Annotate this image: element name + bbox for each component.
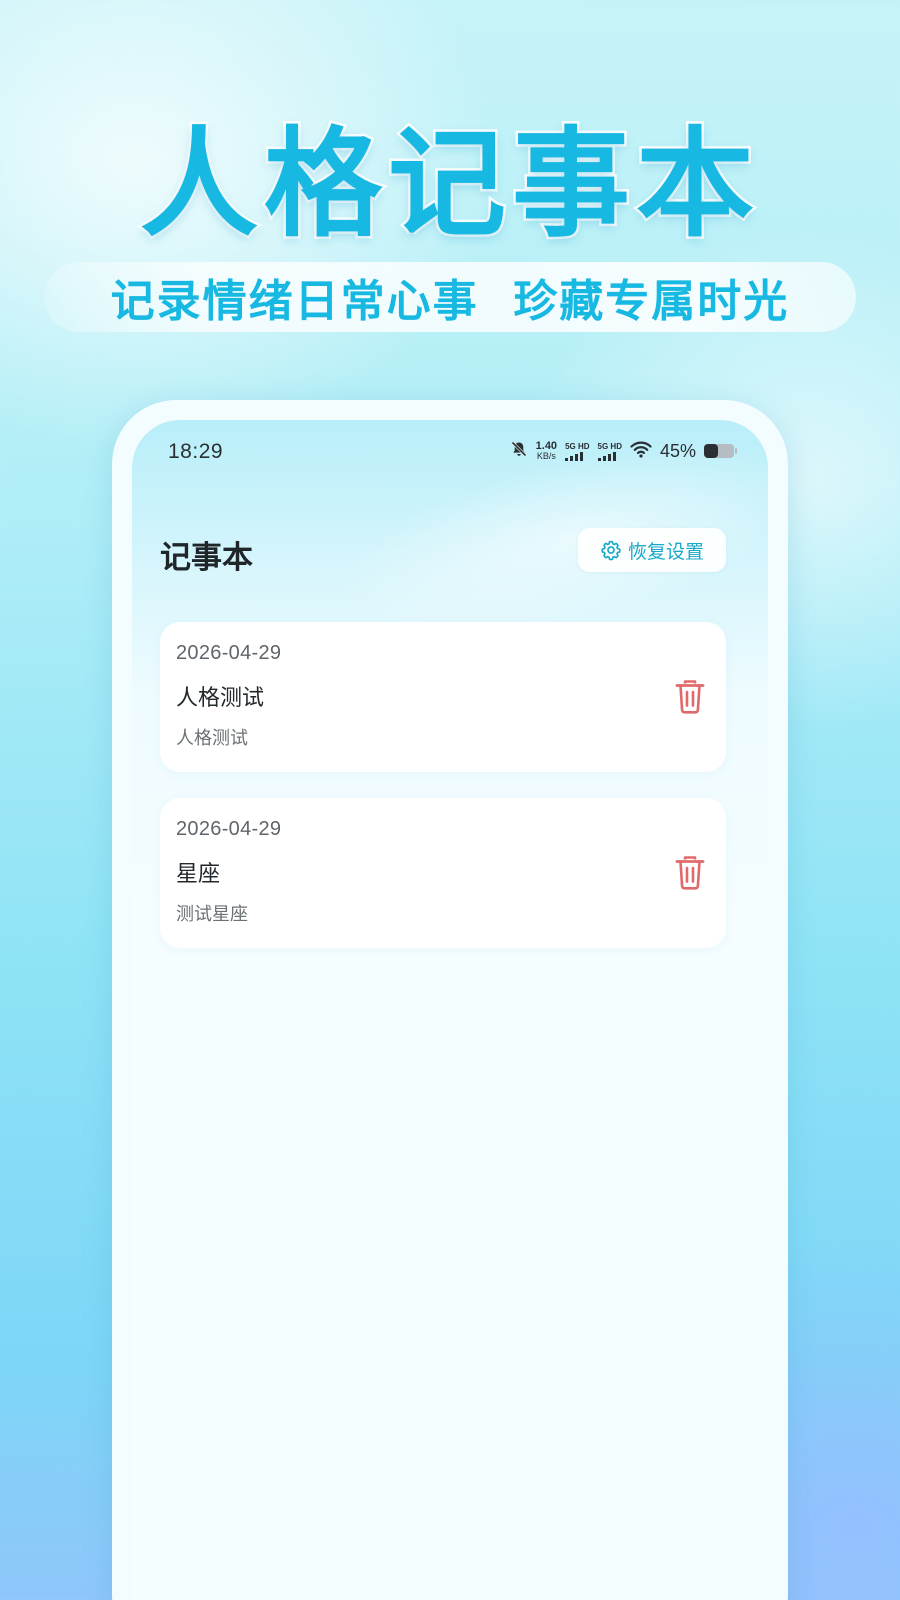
promo-subtitle-pill: 记录情绪日常心事 珍藏专属时光 [44, 262, 856, 332]
net-speed-value: 1.40 [535, 440, 558, 452]
note-list: 2026-04-29 人格测试 人格测试 2026-04-29 星座 测试星座 [160, 622, 726, 974]
gear-icon [601, 540, 621, 561]
note-body: 测试星座 [176, 904, 248, 925]
note-title: 人格测试 [176, 686, 265, 711]
sim2-label: 5G HD [597, 441, 622, 451]
restore-settings-label: 恢复设置 [627, 540, 704, 563]
delete-note-button[interactable] [672, 852, 708, 892]
trash-icon [675, 856, 705, 890]
net-speed-unit: KB/s [536, 451, 556, 461]
sim1-label: 5G HD [565, 441, 590, 451]
net-speed: 1.40 KB/s [535, 440, 558, 462]
battery-fill [704, 444, 718, 458]
signal-icon [565, 451, 584, 461]
status-time: 18:29 [168, 440, 224, 463]
sim1-signal: 5G HD [565, 441, 590, 461]
promo-title: 人格记事本 [137, 113, 760, 256]
note-date: 2026-04-29 [176, 642, 282, 664]
note-date: 2026-04-29 [176, 818, 282, 840]
note-body: 人格测试 [176, 728, 248, 749]
bell-muted-icon [510, 440, 528, 462]
status-indicators: 1.40 KB/s 5G HD 5G HD 45% [510, 440, 737, 462]
delete-note-button[interactable] [672, 676, 708, 716]
note-card[interactable]: 2026-04-29 人格测试 人格测试 [160, 622, 726, 772]
phone-screen: 18:29 1.40 KB/s 5G HD 5G HD 45% 记事本 恢复设置… [132, 420, 768, 1600]
status-bar: 18:29 1.40 KB/s 5G HD 5G HD 45% [132, 420, 768, 486]
page-title: 记事本 [160, 540, 253, 576]
trash-icon [675, 680, 705, 714]
promo-subtitle: 记录情绪日常心事 珍藏专属时光 [110, 276, 790, 327]
wifi-icon [630, 440, 652, 462]
battery-text: 45% [659, 440, 696, 461]
restore-settings-button[interactable]: 恢复设置 [578, 528, 726, 572]
note-card[interactable]: 2026-04-29 星座 测试星座 [160, 798, 726, 948]
note-title: 星座 [176, 862, 221, 887]
battery-icon [704, 444, 737, 458]
sim2-signal: 5G HD [597, 441, 622, 461]
signal-icon [597, 451, 616, 461]
